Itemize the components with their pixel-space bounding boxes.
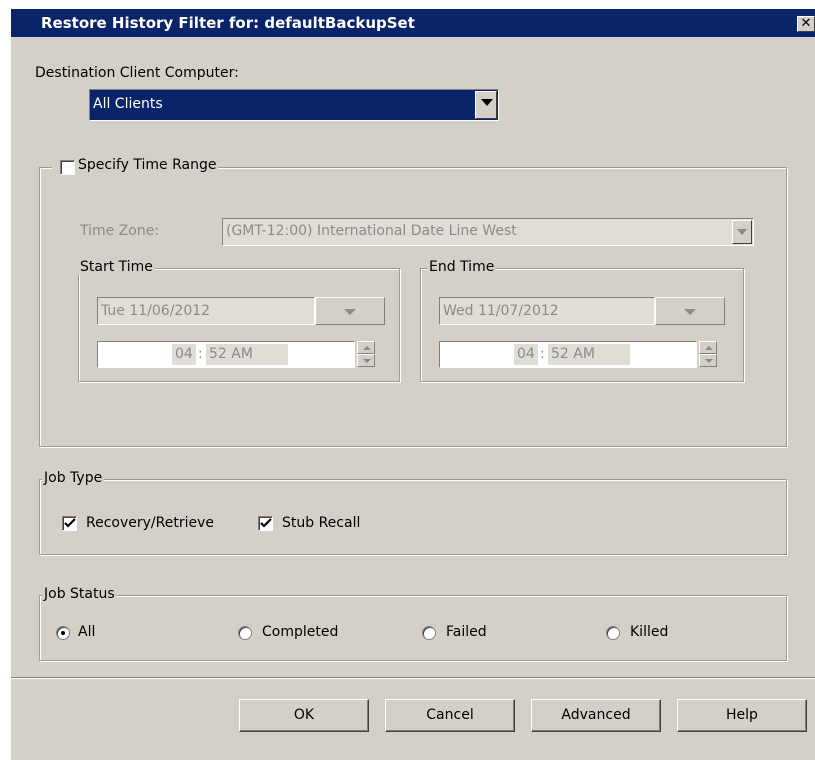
destination-client-combo[interactable]: All Clients — [89, 89, 499, 121]
job-status-label: Job Status — [42, 586, 117, 602]
checkmark-icon — [64, 518, 76, 528]
status-completed-radio[interactable] — [238, 626, 252, 640]
status-killed-radio[interactable] — [606, 626, 620, 640]
start-time-field[interactable]: 04 : 52 AM — [97, 341, 355, 368]
time-range-group-header: Specify Time Range — [52, 157, 219, 173]
time-zone-label: Time Zone: — [80, 223, 160, 239]
ok-button[interactable]: OK — [239, 699, 369, 732]
stub-recall-checkbox[interactable] — [258, 516, 273, 531]
close-icon: ✕ — [800, 16, 812, 31]
time-zone-dropdown-button[interactable] — [732, 220, 752, 244]
start-time-group: Start Time Tue 11/06/2012 04 : 52 AM — [78, 259, 400, 382]
arrow-up-icon — [363, 346, 371, 350]
destination-label: Destination Client Computer: — [35, 65, 239, 81]
restore-history-filter-dialog: Restore History Filter for: defaultBacku… — [10, 8, 815, 760]
help-button[interactable]: Help — [677, 699, 807, 732]
chevron-down-icon — [684, 309, 696, 315]
end-time-spin-down[interactable] — [699, 354, 717, 367]
start-time-spin-down[interactable] — [357, 354, 375, 367]
chevron-down-icon — [344, 309, 356, 315]
recovery-retrieve-checkbox[interactable] — [62, 516, 77, 531]
job-type-group: Job Type Recovery/Retrieve Stub Recall — [39, 470, 787, 555]
status-killed-label[interactable]: Killed — [630, 624, 668, 640]
start-date-value: Tue 11/06/2012 — [101, 303, 211, 319]
status-failed-label[interactable]: Failed — [446, 624, 487, 640]
title-bar: Restore History Filter for: defaultBacku… — [11, 9, 815, 37]
status-all-label[interactable]: All — [78, 624, 95, 640]
chevron-down-icon — [481, 99, 493, 106]
status-all-radio[interactable] — [56, 626, 70, 640]
destination-client-value: All Clients — [93, 96, 163, 112]
end-time-group: End Time Wed 11/07/2012 04 : 52 AM — [420, 259, 744, 382]
time-range-group: Specify Time Range Time Zone: (GMT-12:00… — [39, 157, 787, 447]
recovery-retrieve-label[interactable]: Recovery/Retrieve — [86, 515, 214, 531]
start-minute[interactable]: 52 AM — [206, 344, 288, 365]
window-title: Restore History Filter for: defaultBacku… — [41, 14, 415, 32]
end-date-value: Wed 11/07/2012 — [443, 303, 559, 319]
end-minute[interactable]: 52 AM — [548, 344, 630, 365]
start-date-field[interactable]: Tue 11/06/2012 — [97, 297, 315, 325]
arrow-down-icon — [363, 359, 371, 363]
end-date-field[interactable]: Wed 11/07/2012 — [439, 297, 655, 325]
end-time-spinner[interactable] — [699, 341, 717, 368]
job-type-label: Job Type — [42, 470, 105, 486]
end-time-field[interactable]: 04 : 52 AM — [439, 341, 697, 368]
advanced-button[interactable]: Advanced — [531, 699, 661, 732]
destination-dropdown-button[interactable] — [475, 91, 497, 119]
end-time-spin-up[interactable] — [699, 341, 717, 354]
footer-divider — [11, 677, 815, 679]
end-time-separator: : — [540, 346, 545, 362]
start-time-separator: : — [198, 346, 203, 362]
time-zone-combo[interactable]: (GMT-12:00) International Date Line West — [222, 218, 754, 246]
specify-time-range-label: Specify Time Range — [78, 157, 217, 173]
start-time-spin-up[interactable] — [357, 341, 375, 354]
start-time-spinner[interactable] — [357, 341, 375, 368]
chevron-down-icon — [737, 229, 747, 235]
checkmark-icon — [260, 518, 272, 528]
start-date-dropdown-button[interactable] — [315, 297, 385, 325]
end-time-label: End Time — [427, 259, 497, 275]
end-date-dropdown-button[interactable] — [655, 297, 725, 325]
arrow-down-icon — [705, 359, 713, 363]
cancel-button[interactable]: Cancel — [385, 699, 515, 732]
status-completed-label[interactable]: Completed — [262, 624, 338, 640]
arrow-up-icon — [705, 346, 713, 350]
close-button[interactable]: ✕ — [797, 16, 815, 32]
job-status-group: Job Status All Completed Failed Killed — [39, 586, 787, 661]
specify-time-range-checkbox[interactable] — [60, 160, 75, 175]
status-failed-radio[interactable] — [422, 626, 436, 640]
time-zone-value: (GMT-12:00) International Date Line West — [226, 223, 517, 239]
end-hour[interactable]: 04 — [514, 344, 538, 365]
start-time-label: Start Time — [78, 259, 155, 275]
start-hour[interactable]: 04 — [172, 344, 196, 365]
radio-selected-dot — [61, 631, 65, 635]
stub-recall-label[interactable]: Stub Recall — [282, 515, 360, 531]
